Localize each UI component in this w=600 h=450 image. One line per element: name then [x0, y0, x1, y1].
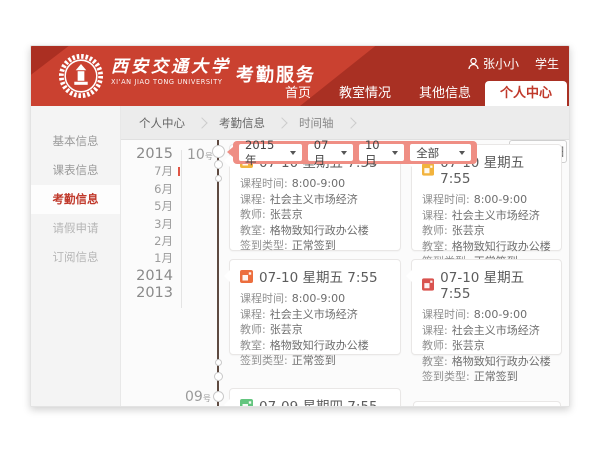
- field-course-time: 课程时间:8:00-9:00: [240, 291, 390, 307]
- timeline-node: [214, 372, 223, 381]
- scale-year-2015[interactable]: 2015: [121, 146, 173, 163]
- field-checkin-type: 签到类型:正常签到: [240, 238, 390, 254]
- field-course: 课程:社会主义市场经济: [240, 192, 390, 208]
- attendance-card[interactable]: 07-10 星期五 7:55 课程时间:8:00-9:00 课程:社会主义市场经…: [229, 259, 401, 355]
- field-classroom: 教室:格物致知行政办公楼: [240, 338, 390, 354]
- scale-month-jun[interactable]: 6月: [121, 181, 173, 198]
- field-course-time: 课程时间:8:00-9:00: [240, 176, 390, 192]
- timeline-scale: 2015 7月 6月 5月 3月 2月 1月 2014 2013: [121, 146, 173, 303]
- scale-month-mar[interactable]: 3月: [121, 216, 173, 233]
- scale-divider: [181, 150, 182, 308]
- person-icon: [468, 58, 479, 70]
- card-title: 07-10 星期五 7:55: [259, 266, 378, 286]
- timeline-panel: 2015 7月 6月 5月 3月 2月 1月 2014 2013 10号 09号: [121, 140, 569, 406]
- card-title: 07-09 星期四 7:55: [259, 395, 378, 406]
- chevron-right-icon: [196, 117, 207, 128]
- sidebar-item-subscription-info[interactable]: 订阅信息: [31, 243, 120, 272]
- sidebar-item-leave-request[interactable]: 请假申请: [31, 214, 120, 243]
- timeline-node: [214, 160, 223, 169]
- timeline-node: [215, 359, 222, 366]
- main-nav: 首页 教室情况 其他信息 个人中心: [271, 81, 567, 106]
- year-select[interactable]: 2015年: [239, 144, 302, 161]
- field-checkin-type: 签到类型:正常签到: [422, 369, 551, 385]
- field-course: 课程:社会主义市场经济: [422, 323, 551, 339]
- caret-down-icon: [290, 151, 296, 155]
- day-select[interactable]: 10日: [359, 144, 404, 161]
- user-role: 学生: [535, 55, 559, 72]
- app-header: 西安交通大学 XI'AN JIAO TONG UNIVERSITY 考勤服务 张…: [31, 46, 569, 106]
- field-course: 课程:社会主义市场经济: [240, 307, 390, 323]
- field-classroom: 教室:格物致知行政办公楼: [422, 354, 551, 370]
- attendance-card-partial: [413, 401, 561, 406]
- timeline-node: [213, 391, 224, 402]
- scale-month-jan[interactable]: 1月: [121, 250, 173, 267]
- sidebar-item-attendance-info[interactable]: 考勤信息: [31, 185, 120, 214]
- field-teacher: 教师:张芸京: [240, 207, 390, 223]
- current-month-marker: [178, 167, 180, 176]
- scale-month-jul[interactable]: 7月: [121, 163, 173, 180]
- scope-select[interactable]: 全部: [410, 144, 471, 161]
- breadcrumb-personal-center[interactable]: 个人中心: [137, 115, 187, 131]
- field-checkin-type: 签到类型:正常签到: [240, 353, 390, 369]
- scale-month-feb[interactable]: 2月: [121, 233, 173, 250]
- sidebar-item-schedule-info[interactable]: 课表信息: [31, 156, 120, 185]
- calendar-icon: [422, 278, 434, 291]
- field-classroom: 教室:格物致知行政办公楼: [240, 223, 390, 239]
- nav-item-home[interactable]: 首页: [271, 81, 325, 106]
- field-course: 课程:社会主义市场经济: [422, 208, 551, 224]
- breadcrumb-timeline: 时间轴: [297, 115, 336, 131]
- filter-bar: 2015年 07月 10日 全部: [233, 141, 477, 164]
- caret-down-icon: [392, 151, 398, 155]
- scale-year-2014[interactable]: 2014: [121, 268, 173, 285]
- sidebar-item-basic-info[interactable]: 基本信息: [31, 127, 120, 156]
- attendance-card[interactable]: 07-10 星期五 7:55 课程时间:8:00-9:00 课程:社会主义市场经…: [411, 259, 562, 355]
- nav-item-personal-center[interactable]: 个人中心: [485, 81, 567, 106]
- field-teacher: 教师:张芸京: [240, 322, 390, 338]
- field-classroom: 教室:格物致知行政办公楼: [422, 239, 551, 255]
- field-teacher: 教师:张芸京: [422, 223, 551, 239]
- sidebar: 基本信息 课表信息 考勤信息 请假申请 订阅信息: [31, 106, 121, 406]
- nav-item-classrooms[interactable]: 教室情况: [325, 81, 405, 106]
- nav-item-other-info[interactable]: 其他信息: [405, 81, 485, 106]
- attendance-card[interactable]: 07-09 星期四 7:55: [229, 388, 401, 406]
- breadcrumb-attendance-info[interactable]: 考勤信息: [217, 115, 267, 131]
- calendar-icon: [240, 399, 253, 407]
- field-teacher: 教师:张芸京: [422, 338, 551, 354]
- university-name-cn: 西安交通大学: [111, 57, 231, 77]
- card-title: 07-10 星期五 7:55: [440, 266, 551, 302]
- content-area: 基本信息 课表信息 考勤信息 请假申请 订阅信息 个人中心 考勤信息 时间轴 2…: [31, 106, 569, 406]
- field-course-time: 课程时间:8:00-9:00: [422, 307, 551, 323]
- timeline-node: [215, 175, 222, 182]
- field-course-time: 课程时间:8:00-9:00: [422, 192, 551, 208]
- caret-down-icon: [459, 151, 465, 155]
- day-marker-10: 10号: [187, 147, 213, 163]
- month-select[interactable]: 07月: [308, 144, 353, 161]
- university-seal-logo: [58, 53, 104, 99]
- day-marker-09: 09号: [185, 389, 211, 405]
- app-window: 西安交通大学 XI'AN JIAO TONG UNIVERSITY 考勤服务 张…: [30, 45, 570, 407]
- user-chip[interactable]: 张小小 学生: [468, 55, 559, 72]
- university-name-block: 西安交通大学 XI'AN JIAO TONG UNIVERSITY: [111, 57, 231, 87]
- university-name-en: XI'AN JIAO TONG UNIVERSITY: [111, 77, 231, 87]
- page: 西安交通大学 XI'AN JIAO TONG UNIVERSITY 考勤服务 张…: [0, 0, 600, 450]
- breadcrumb: 个人中心 考勤信息 时间轴: [121, 106, 569, 140]
- chevron-right-icon: [276, 117, 287, 128]
- user-name: 张小小: [483, 55, 519, 72]
- calendar-icon: [422, 163, 434, 176]
- scale-year-2013[interactable]: 2013: [121, 285, 173, 302]
- scale-month-may[interactable]: 5月: [121, 198, 173, 215]
- chevron-right-icon: [345, 117, 356, 128]
- calendar-icon: [240, 270, 253, 283]
- caret-down-icon: [341, 151, 347, 155]
